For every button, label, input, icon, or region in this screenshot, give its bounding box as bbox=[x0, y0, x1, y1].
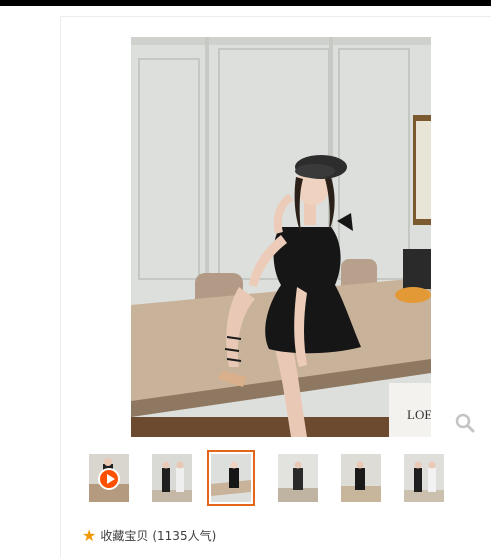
svg-text:LOE: LOE bbox=[407, 407, 431, 422]
star-icon: ★ bbox=[82, 525, 97, 545]
play-icon bbox=[98, 468, 120, 490]
top-bar bbox=[0, 0, 491, 6]
favorite-label: 收藏宝贝 bbox=[100, 529, 149, 543]
favorite-button[interactable]: ★ 收藏宝贝 (1135人气) bbox=[82, 527, 216, 544]
favorite-count: (1135人气) bbox=[152, 529, 217, 543]
main-product-image[interactable]: LOE bbox=[131, 37, 431, 437]
magnifier-icon[interactable] bbox=[455, 413, 475, 433]
thumb-5[interactable] bbox=[341, 454, 381, 502]
thumb-2[interactable] bbox=[152, 454, 192, 502]
thumb-4[interactable] bbox=[278, 454, 318, 502]
thumb-1[interactable] bbox=[89, 454, 129, 502]
thumb-6[interactable] bbox=[404, 454, 444, 502]
thumb-3[interactable] bbox=[207, 450, 255, 506]
